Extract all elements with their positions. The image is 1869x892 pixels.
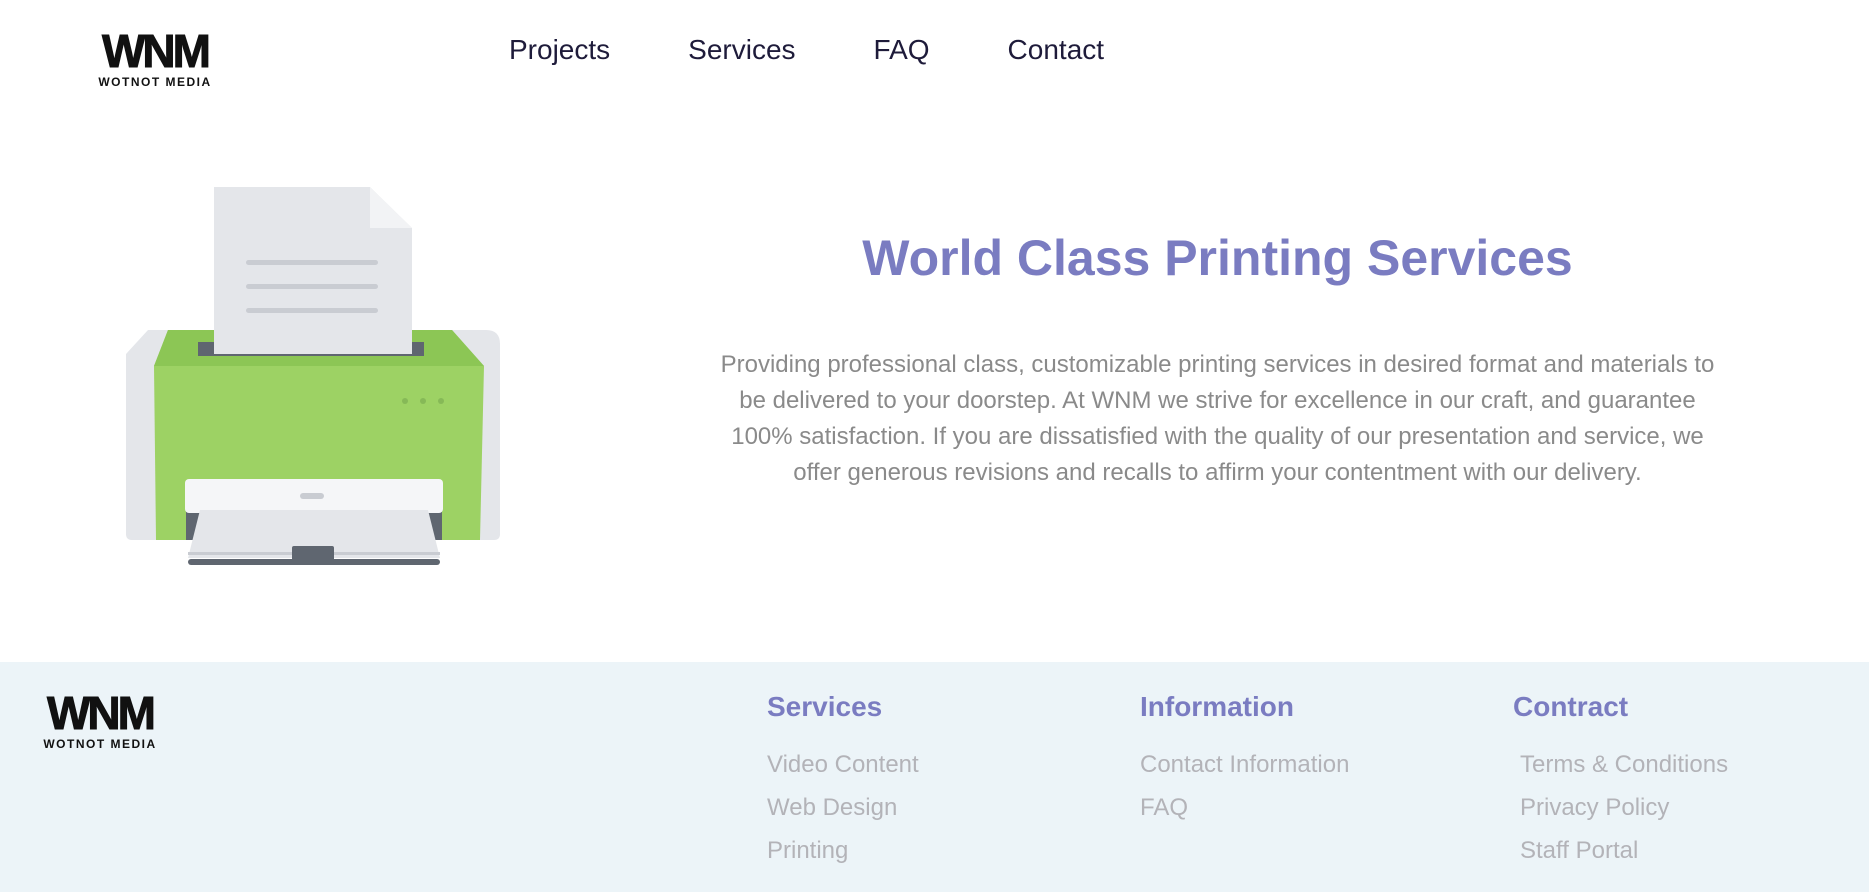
logo-wordmark: WNM [102,30,209,77]
footer-heading-information: Information [1140,691,1294,722]
main-nav: Projects Services FAQ Contact [509,32,1104,68]
hero-description: Providing professional class, customizab… [720,351,1715,486]
footer-column-contract: Contract Terms & Conditions Privacy Poli… [1513,690,1728,879]
footer-heading-services: Services [767,691,883,722]
footer-link-terms[interactable]: Terms & Conditions [1520,750,1728,780]
footer-link-privacy[interactable]: Privacy Policy [1520,793,1728,823]
nav-link-services[interactable]: Services [688,32,795,68]
footer-link-contact-information[interactable]: Contact Information [1140,750,1349,780]
footer-link-printing[interactable]: Printing [767,836,919,866]
site-footer: WNM WOTNOT MEDIA Services Video Content … [0,662,1869,892]
footer-column-services: Services Video Content Web Design Printi… [767,690,919,879]
nav-link-faq[interactable]: FAQ [874,32,930,68]
hero-title: World Class Printing Services [862,230,1573,286]
footer-link-web-design[interactable]: Web Design [767,793,919,823]
header-logo[interactable]: WNM WOTNOT MEDIA [80,30,230,88]
logo-wordmark: WNM [47,692,154,739]
footer-link-video-content[interactable]: Video Content [767,750,919,780]
nav-link-projects[interactable]: Projects [509,32,610,68]
logo-subtext: WOTNOT MEDIA [98,75,211,88]
footer-link-faq[interactable]: FAQ [1140,793,1349,823]
logo-subtext: WOTNOT MEDIA [43,737,156,750]
footer-column-information: Information Contact Information FAQ [1140,690,1349,836]
footer-heading-contract: Contract [1513,691,1629,722]
printer-illustration [118,178,508,583]
footer-link-staff-portal[interactable]: Staff Portal [1520,836,1728,866]
nav-link-contact[interactable]: Contact [1008,32,1105,68]
footer-logo[interactable]: WNM WOTNOT MEDIA [25,692,175,750]
